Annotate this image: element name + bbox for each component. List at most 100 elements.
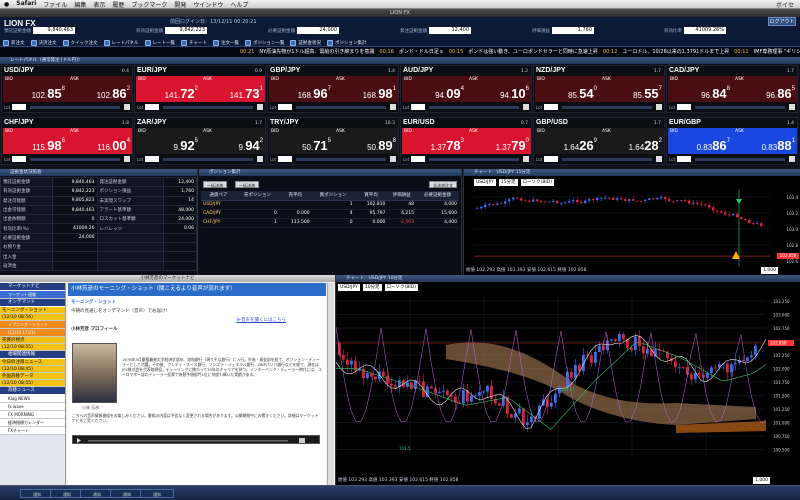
ask-button[interactable]: ASK 1.37790: [467, 128, 531, 154]
toolbar-button[interactable]: レートパネル: [103, 39, 139, 46]
main-candle-chart[interactable]: 2013/12/0412/0512/0612/0912/1012/11103.2…: [336, 295, 800, 467]
bid-button[interactable]: BID 168.967: [269, 76, 334, 102]
bid-button[interactable]: BID 96.848: [668, 76, 733, 102]
mac-menu-item[interactable]: 履歴: [112, 0, 124, 9]
nav-item[interactable]: マーケット速報: [0, 291, 65, 299]
nav-item[interactable]: FX MORNING: [0, 411, 65, 419]
status-tab[interactable]: 通知: [110, 489, 144, 498]
ask-button[interactable]: ASK 85.557: [600, 76, 664, 102]
toolbar-button[interactable]: レート一覧: [144, 39, 175, 46]
bid-button[interactable]: BID 141.722: [136, 76, 201, 102]
nav-item[interactable]: (12/10 08:56): [0, 314, 65, 321]
mac-menu-item[interactable]: Safari: [16, 0, 36, 9]
lot-input[interactable]: [278, 156, 293, 162]
mini-amount-input[interactable]: 1,000: [761, 267, 778, 274]
position-row[interactable]: CAD/JPY 0 0.000 4 95.797 4,215 15,600: [201, 209, 459, 219]
mac-menu-item[interactable]: 表示: [93, 0, 105, 9]
nav-item[interactable]: 売買の視点: [0, 337, 65, 344]
ticker-text[interactable]: ポンド・ドル日足ｓ: [399, 49, 444, 55]
bid-button[interactable]: BID 102.858: [3, 76, 68, 102]
ticker-text[interactable]: ユーロドル、10/26以来の1.3791ドルまで上昇: [622, 49, 729, 55]
lot-input[interactable]: [145, 156, 160, 162]
toolbar-button[interactable]: 新注文: [3, 39, 25, 46]
settle-buy-button[interactable]: 一括決済: [203, 181, 227, 188]
bid-button[interactable]: BID 50.715: [269, 128, 334, 154]
nav-item[interactable]: イブニング・ショット: [0, 321, 65, 329]
position-row[interactable]: USD/JPY 1 102.810 48 4,000: [201, 200, 459, 210]
lot-input[interactable]: [278, 104, 293, 110]
position-col-header[interactable]: 必要証拠金額: [416, 191, 459, 201]
ask-button[interactable]: ASK 96.865: [733, 76, 797, 102]
bid-button[interactable]: BID 115.986: [3, 128, 68, 154]
position-col-header[interactable]: 買ポジション: [311, 191, 355, 201]
bid-button[interactable]: BID 0.83867: [668, 128, 733, 154]
main-pair-select[interactable]: USD/JPY: [338, 283, 360, 291]
ask-button[interactable]: ASK 141.731: [201, 76, 265, 102]
ask-button[interactable]: ASK 94.106: [467, 76, 531, 102]
nav-item[interactable]: 外国為替データ: [0, 373, 65, 380]
mini-pair-select[interactable]: USD/JPY: [474, 179, 496, 186]
bid-button[interactable]: BID 9.925: [136, 128, 201, 154]
audio-player[interactable]: [72, 435, 320, 444]
nav-item[interactable]: (12/10 17:21): [0, 329, 65, 337]
mini-type-select[interactable]: ローソク(BID): [520, 179, 554, 186]
tile-checkbox[interactable]: [789, 104, 795, 110]
status-tab[interactable]: 通知: [20, 489, 54, 498]
mac-menu-item[interactable]: ブックマーク: [131, 0, 167, 9]
nav-item[interactable]: (12/10 08:45): [0, 366, 65, 373]
ask-button[interactable]: ASK 1.64282: [600, 128, 664, 154]
nav-item[interactable]: fx wave: [0, 403, 65, 411]
position-col-header[interactable]: 売ポジション: [235, 191, 279, 201]
nav-item[interactable]: FXチャート: [0, 427, 65, 435]
settle-all-button[interactable]: 全決済注文: [429, 181, 457, 188]
position-col-header[interactable]: 通貨ペア: [201, 191, 236, 201]
news-ticker[interactable]: 00:21 NY原油先物が1ドル超高、需給の引き締まりを意識 00:16 ポンド・ドル…: [0, 47, 800, 57]
lot-input[interactable]: [677, 104, 692, 110]
tile-checkbox[interactable]: [523, 104, 529, 110]
mac-menu-item[interactable]: 編集: [74, 0, 86, 9]
lot-input[interactable]: [411, 104, 426, 110]
tile-checkbox[interactable]: [390, 156, 396, 162]
ask-button[interactable]: ASK 9.942: [201, 128, 265, 154]
ask-button[interactable]: ASK 50.898: [334, 128, 398, 154]
nav-item[interactable]: (12/10 08:55): [0, 380, 65, 387]
ticker-text[interactable]: ポンドは強い動き、ユーロポンドセラーと同時に急速上昇: [468, 49, 598, 55]
ask-button[interactable]: ASK 102.862: [68, 76, 132, 102]
toolbar-button[interactable]: クイック注文: [62, 39, 98, 46]
tile-checkbox[interactable]: [124, 104, 130, 110]
nav-item[interactable]: Klug NEWS: [0, 395, 65, 403]
article-scrollbar[interactable]: [327, 283, 334, 485]
position-col-header[interactable]: 買平均: [354, 191, 388, 201]
ask-button[interactable]: ASK 168.981: [334, 76, 398, 102]
tile-checkbox[interactable]: [390, 104, 396, 110]
position-col-header[interactable]: 評価損益: [387, 191, 416, 201]
toolbar-button[interactable]: ポジション集計: [326, 39, 366, 46]
position-col-header[interactable]: 売平均: [278, 191, 312, 201]
nav-item[interactable]: (12/10 08:55): [0, 344, 65, 351]
status-tab[interactable]: 通知: [140, 489, 174, 498]
mac-menu-item[interactable]: ヘルプ: [230, 0, 248, 9]
ask-button[interactable]: ASK 116.004: [68, 128, 132, 154]
mac-menu-item[interactable]: ウインドウ: [193, 0, 223, 9]
bid-button[interactable]: BID 85.540: [535, 76, 600, 102]
toolbar-button[interactable]: チャート: [181, 39, 207, 46]
tile-checkbox[interactable]: [789, 156, 795, 162]
status-tab[interactable]: 通知: [50, 489, 84, 498]
mac-menu-item[interactable]: ファイル: [43, 0, 67, 9]
main-timeframe-select[interactable]: 10分足: [362, 283, 382, 291]
lot-input[interactable]: [544, 104, 559, 110]
play-icon[interactable]: [77, 438, 81, 443]
ticker-text[interactable]: NY原油先物が1ドル超高、需給の引き締まりを意識: [259, 49, 374, 55]
tile-checkbox[interactable]: [656, 104, 662, 110]
mini-timeframe-select[interactable]: 15分足: [498, 179, 518, 186]
seek-bar[interactable]: [88, 440, 288, 442]
bid-button[interactable]: BID 94.094: [402, 76, 467, 102]
toolbar-button[interactable]: 決済注文: [30, 39, 57, 46]
tile-checkbox[interactable]: [257, 104, 263, 110]
status-tab[interactable]: 通知: [80, 489, 114, 498]
mini-candle-chart[interactable]: [474, 189, 770, 267]
tile-checkbox[interactable]: [124, 156, 130, 162]
lot-input[interactable]: [677, 156, 692, 162]
tile-checkbox[interactable]: [656, 156, 662, 162]
nav-item[interactable]: 今日の注目ニュース: [0, 359, 65, 366]
